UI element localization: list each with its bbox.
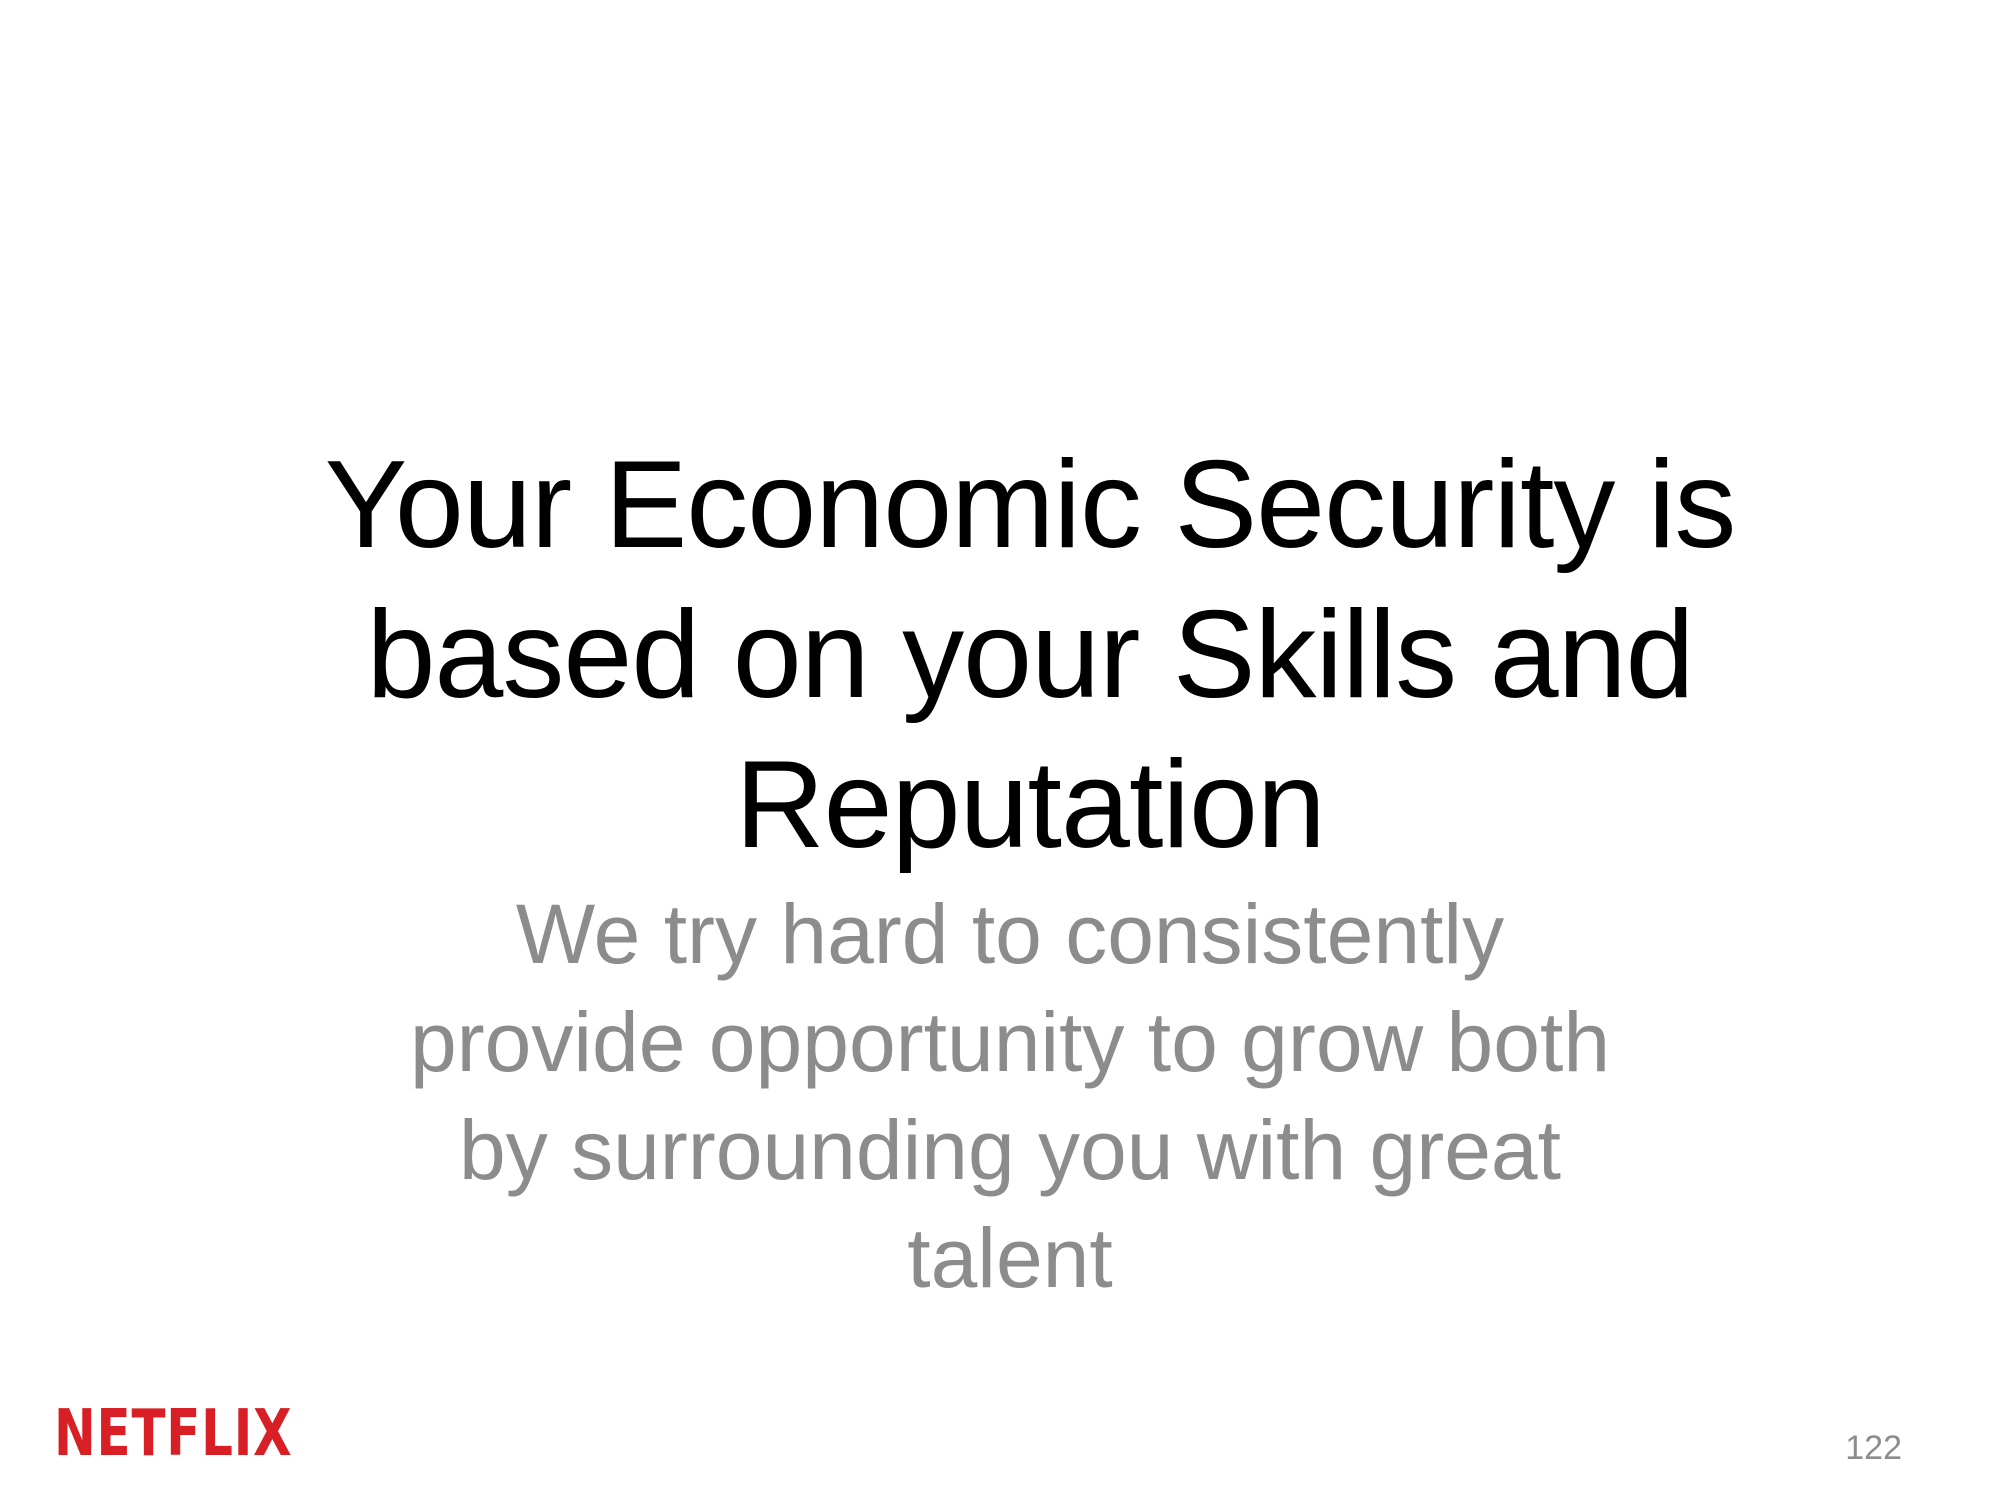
slide-subtitle-line: talent bbox=[907, 1211, 1113, 1305]
page-number: 122 bbox=[1845, 1429, 1902, 1467]
slide: Your Economic Security is based on your … bbox=[0, 0, 2000, 1500]
slide-subtitle-line: We try hard to consistently bbox=[515, 887, 1505, 981]
slide-title-line: Reputation bbox=[735, 736, 1326, 874]
slide-title-line: based on your Skills and bbox=[366, 586, 1694, 724]
slide-title-line: Your Economic Security is bbox=[324, 436, 1737, 574]
slide-subtitle-line: provide opportunity to grow both bbox=[409, 995, 1611, 1089]
slide-title: Your Economic Security is based on your … bbox=[230, 430, 1830, 880]
slide-subtitle-line: by surrounding you with great bbox=[459, 1103, 1561, 1197]
netflix-logo: NETFLIX bbox=[54, 1397, 293, 1471]
slide-subtitle: We try hard to consistently provide oppo… bbox=[300, 880, 1720, 1312]
